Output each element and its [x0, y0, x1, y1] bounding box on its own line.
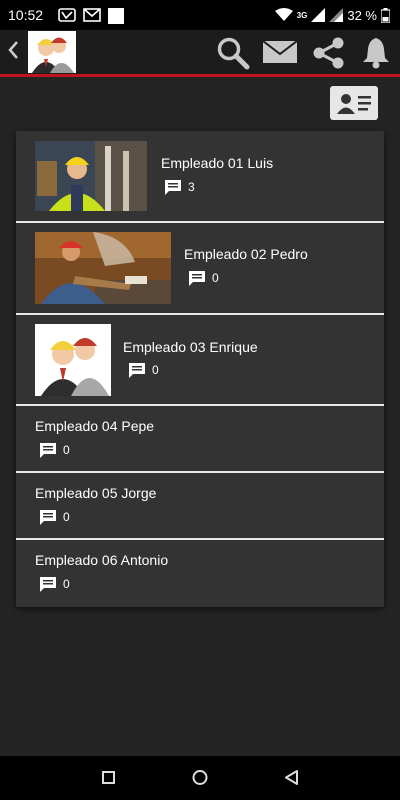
comment-icon — [165, 180, 181, 195]
employee-row[interactable]: Empleado 01 Luis 3 — [16, 131, 384, 223]
employee-row[interactable]: Empleado 04 Pepe 0 — [16, 406, 384, 473]
worker-welding-photo — [35, 232, 171, 304]
status-indicators: 3G 32 % — [274, 6, 390, 24]
comment-count: 0 — [39, 576, 70, 592]
signal-icon — [311, 8, 326, 22]
comment-icon — [40, 510, 56, 525]
comment-icon — [129, 363, 145, 378]
worker-hardhat-photo — [35, 141, 147, 211]
employee-row[interactable]: Empleado 05 Jorge 0 — [16, 473, 384, 540]
app-logo[interactable] — [28, 31, 76, 73]
search-icon[interactable] — [215, 36, 251, 70]
comment-count: 0 — [39, 442, 70, 458]
mail-icon[interactable] — [262, 36, 298, 66]
comment-count: 3 — [164, 179, 195, 195]
contact-card-button[interactable] — [330, 86, 378, 120]
comment-icon — [40, 443, 56, 458]
notification-app-icon — [58, 8, 76, 22]
employee-photo — [35, 232, 171, 304]
status-time: 10:52 — [8, 7, 44, 23]
comment-icon — [189, 271, 205, 286]
employee-row[interactable]: Empleado 02 Pedro 0 — [16, 223, 384, 315]
bell-icon[interactable] — [360, 36, 392, 70]
wifi-icon — [274, 8, 293, 21]
comment-count: 0 — [188, 270, 219, 286]
employee-name: Empleado 04 Pepe — [35, 418, 155, 434]
employee-name: Empleado 05 Jorge — [35, 485, 157, 501]
share-icon[interactable] — [311, 36, 347, 70]
home-circle-icon[interactable] — [191, 768, 211, 788]
employee-name: Empleado 01 Luis — [161, 155, 274, 171]
comment-icon — [40, 577, 56, 592]
system-nav-bar — [0, 756, 400, 800]
signal-2-icon — [329, 8, 344, 22]
employee-name: Empleado 02 Pedro — [184, 246, 308, 262]
app-bar — [0, 30, 400, 77]
battery-percent: 32 % — [347, 7, 377, 23]
back-triangle-icon[interactable] — [283, 768, 301, 788]
employee-row[interactable]: Empleado 06 Antonio 0 — [16, 540, 384, 605]
employee-name: Empleado 06 Antonio — [35, 552, 169, 568]
workers-logo-icon — [32, 37, 74, 73]
comment-count: 0 — [128, 362, 159, 378]
back-arrow-icon[interactable] — [6, 38, 20, 62]
contact-card-icon — [337, 94, 371, 114]
employee-row[interactable]: Empleado 03 Enrique 0 — [16, 315, 384, 406]
recents-square-icon[interactable] — [101, 768, 117, 788]
comment-count: 0 — [39, 509, 70, 525]
notification-mail-icon — [83, 8, 101, 22]
status-bar: 10:52 3G 32 % — [0, 0, 400, 30]
notification-square-icon — [108, 8, 124, 24]
battery-icon — [381, 7, 390, 23]
network-type: 3G — [296, 10, 308, 20]
workers-illustration-photo — [35, 324, 111, 396]
employee-photo — [35, 141, 147, 211]
employee-photo — [35, 324, 111, 396]
employee-name: Empleado 03 Enrique — [123, 339, 258, 355]
employee-list: Empleado 01 Luis 3 Empleado 02 Pedro 0 E… — [16, 131, 384, 607]
